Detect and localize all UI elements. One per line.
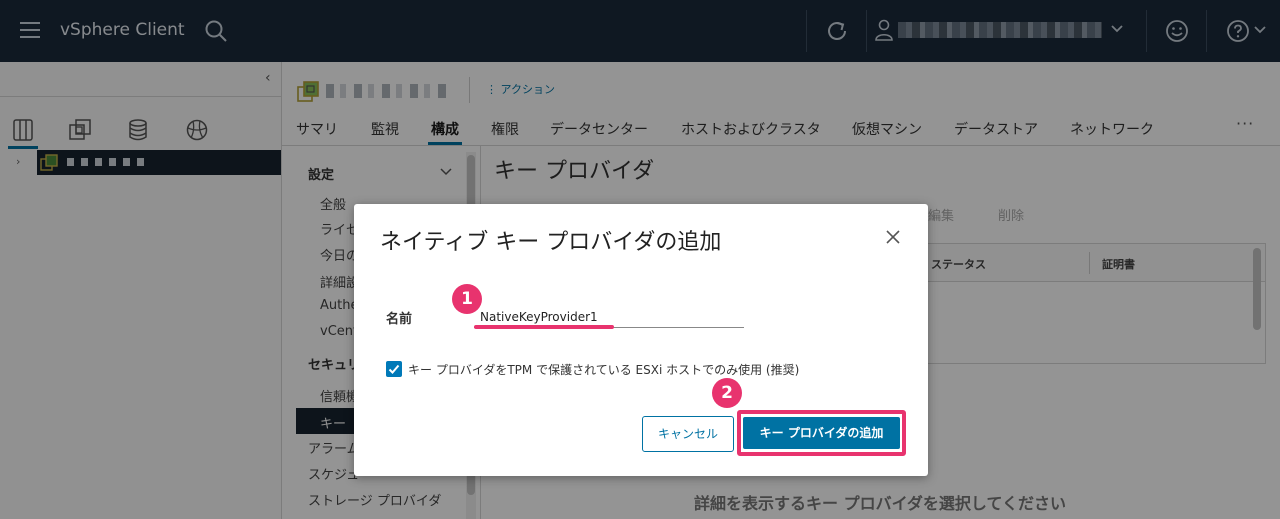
add-native-key-provider-dialog: ネイティブ キー プロバイダの追加 1 名前 キー プロバイダをTPM で保護さ… [354,204,928,476]
annotation-badge-2: 2 [712,378,742,408]
annotation-underline [474,325,614,329]
dialog-title: ネイティブ キー プロバイダの追加 [380,230,722,255]
add-key-provider-button[interactable]: キー プロバイダの追加 [743,417,900,449]
cancel-button[interactable]: キャンセル [642,416,734,452]
tpm-only-checkbox[interactable] [386,361,402,377]
tpm-only-checkbox-label[interactable]: キー プロバイダをTPM で保護されている ESXi ホストでのみ使用 (推奨) [408,361,799,378]
checkmark-icon [388,364,400,374]
close-icon[interactable] [885,229,901,245]
name-label: 名前 [386,312,413,327]
